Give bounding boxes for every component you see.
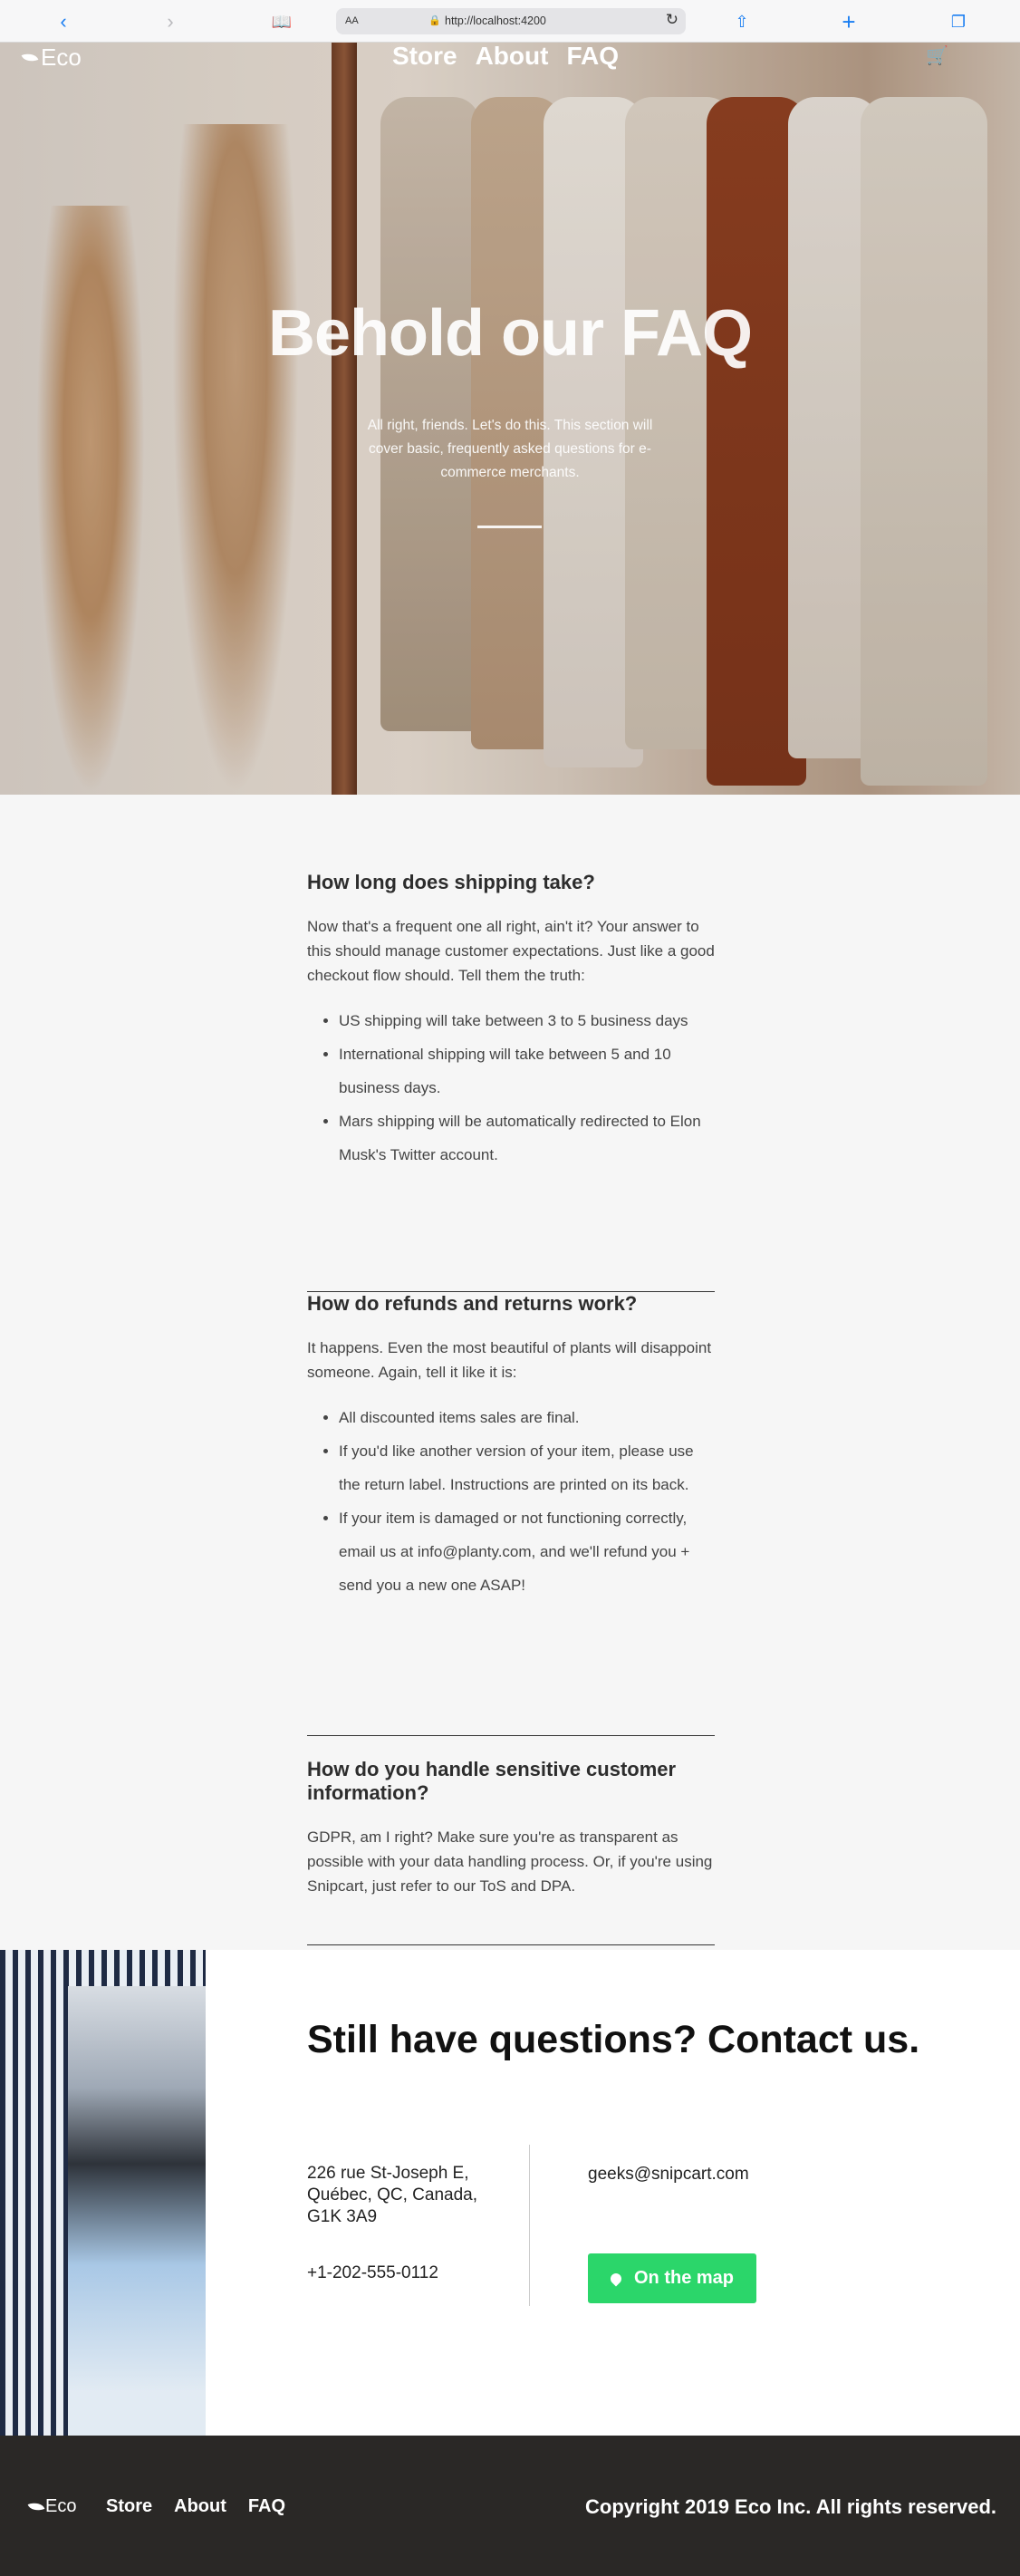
list-item: International shipping will take between…	[339, 1037, 715, 1105]
contact-phone[interactable]: +1-202-555-0112	[307, 2263, 438, 2283]
faq-item: How do you handle sensitive customer inf…	[307, 1758, 715, 1945]
forward-icon[interactable]: ›	[157, 8, 184, 35]
list-item: If you'd like another version of your it…	[339, 1434, 715, 1501]
hero-title: Behold our FAQ	[268, 297, 753, 370]
new-tab-icon[interactable]: +	[835, 8, 862, 35]
hero-divider	[477, 526, 542, 528]
text-size-button[interactable]: AA	[345, 15, 359, 26]
reload-icon[interactable]: ↻	[666, 11, 678, 29]
contact-email[interactable]: geeks@snipcart.com	[588, 2165, 749, 2185]
cart-icon[interactable]: 🛒	[926, 44, 948, 67]
list-item: If your item is damaged or not functioni…	[339, 1501, 715, 1602]
lock-icon: 🔒	[428, 15, 441, 26]
leaf-icon	[27, 2499, 45, 2514]
footer-nav: Store About FAQ	[106, 2496, 285, 2517]
faq-item: How long does shipping take? Now that's …	[307, 871, 715, 1292]
list-item: All discounted items sales are final.	[339, 1401, 715, 1434]
map-button-label: On the map	[633, 2268, 734, 2288]
back-icon[interactable]: ‹	[50, 8, 77, 35]
map-pin-icon	[608, 2271, 624, 2286]
site-logo[interactable]: Eco	[21, 43, 82, 72]
map-button[interactable]: On the map	[588, 2253, 756, 2303]
list-item: Mars shipping will be automatically redi…	[339, 1105, 715, 1172]
footer-link-about[interactable]: About	[174, 2496, 226, 2517]
nav-link-faq[interactable]: FAQ	[566, 42, 619, 71]
address-bar[interactable]: AA 🔒 http://localhost:4200 ↻	[336, 8, 686, 34]
bookmarks-icon[interactable]: 📖	[268, 8, 295, 35]
share-icon[interactable]: ⇧	[728, 8, 755, 35]
footer-logo[interactable]: Eco	[27, 2496, 77, 2517]
browser-toolbar: ‹ › 📖 AA 🔒 http://localhost:4200 ↻ ⇧ + ❐	[0, 0, 1020, 43]
faq-answer: It happens. Even the most beautiful of p…	[307, 1339, 712, 1381]
faq-divider	[307, 1735, 715, 1736]
contact-heading: Still have questions? Contact us.	[307, 2018, 920, 2061]
clothing-photo	[0, 1950, 206, 2462]
footer-link-faq[interactable]: FAQ	[248, 2496, 285, 2517]
faq-section: How long does shipping take? Now that's …	[0, 795, 1020, 1950]
leaf-icon	[21, 50, 39, 65]
faq-divider	[307, 1944, 715, 1945]
faq-answer: Now that's a frequent one all right, ain…	[307, 918, 715, 984]
faq-item: How do refunds and returns work? It happ…	[307, 1292, 715, 1736]
copyright-text: Copyright 2019 Eco Inc. All rights reser…	[585, 2495, 996, 2518]
footer-logo-text: Eco	[45, 2496, 77, 2516]
faq-answer: GDPR, am I right? Make sure you're as tr…	[307, 1828, 713, 1895]
faq-list: US shipping will take between 3 to 5 bus…	[307, 1004, 715, 1172]
nav-link-store[interactable]: Store	[392, 42, 457, 71]
contact-divider	[529, 2145, 530, 2306]
site-footer: Eco Store About FAQ Copyright 2019 Eco I…	[0, 2436, 1020, 2576]
url-text[interactable]: http://localhost:4200	[445, 14, 546, 27]
main-nav: Store About FAQ	[392, 42, 619, 71]
list-item: US shipping will take between 3 to 5 bus…	[339, 1004, 715, 1037]
contact-address: 226 rue St-Joseph E, Québec, QC, Canada,…	[307, 2164, 477, 2226]
tabs-icon[interactable]: ❐	[945, 8, 972, 35]
nav-link-about[interactable]: About	[476, 42, 549, 71]
faq-list: All discounted items sales are final. If…	[307, 1401, 715, 1602]
contact-section: Still have questions? Contact us. 226 ru…	[0, 1950, 1020, 2462]
faq-question: How long does shipping take?	[307, 871, 595, 893]
footer-link-store[interactable]: Store	[106, 2496, 152, 2517]
faq-question: How do you handle sensitive customer inf…	[307, 1758, 677, 1804]
logo-text: Eco	[41, 43, 82, 71]
faq-question: How do refunds and returns work?	[307, 1292, 638, 1315]
hero-subtitle: All right, friends. Let's do this. This …	[367, 418, 653, 480]
